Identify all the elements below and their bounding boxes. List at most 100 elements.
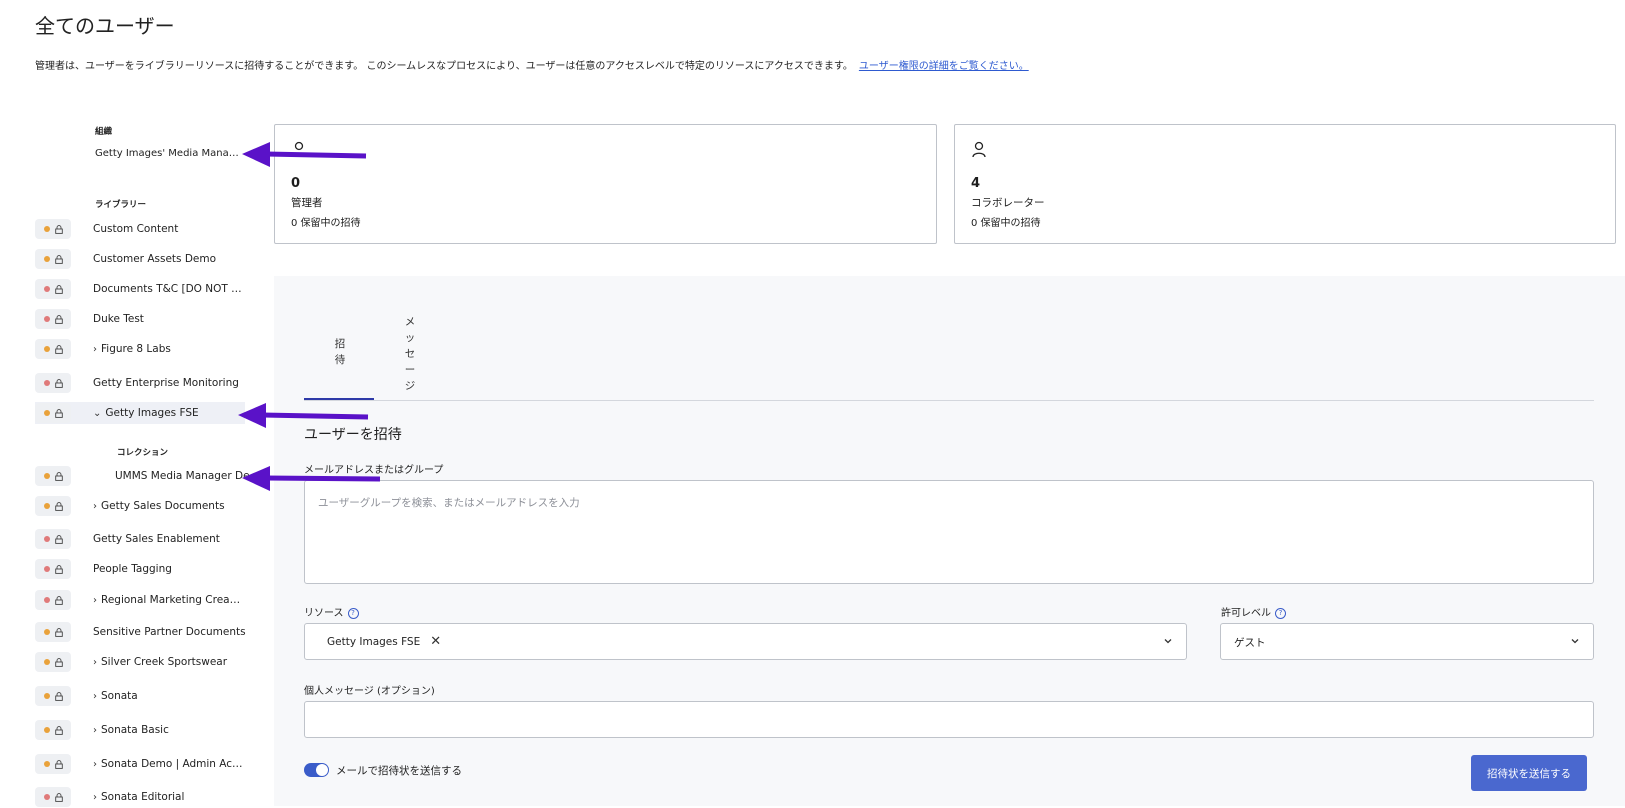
libraries-label: ライブラリー [95, 200, 147, 210]
library-name: Getty Images FSE [105, 407, 199, 419]
admins-card: 0 管理者 0 保留中の招待 [274, 124, 937, 244]
resource-select[interactable]: Getty Images FSE ✕ [304, 623, 1187, 660]
library-name: Customer Assets Demo [93, 253, 217, 265]
status-dot [43, 473, 50, 479]
status-dot [43, 629, 50, 635]
library-name: Regional Marketing Crea… [101, 594, 241, 606]
library-name: Sonata [101, 690, 138, 702]
library-item[interactable]: › Sonata Editorial [35, 786, 245, 808]
library-item[interactable]: Sensitive Partner Documents [35, 621, 246, 643]
lock-icon [54, 314, 63, 324]
lock-icon [54, 224, 63, 234]
collection-item[interactable]: UMMS Media Manager De [35, 465, 250, 487]
remove-chip-icon[interactable]: ✕ [430, 634, 441, 649]
library-item[interactable]: ⌄ Getty Images FSE [35, 402, 245, 424]
intro-text: 管理者は、ユーザーをライブラリーリソースに招待することができます。 このシームレ… [35, 57, 1029, 72]
chevron-right-icon[interactable]: › [93, 501, 97, 512]
library-item[interactable]: Getty Enterprise Monitoring [35, 372, 245, 394]
library-name: Getty Enterprise Monitoring [93, 377, 239, 389]
chevron-right-icon[interactable]: › [93, 725, 97, 736]
library-item[interactable]: › Getty Sales Documents [35, 495, 245, 517]
status-badge [35, 754, 71, 774]
library-item[interactable]: › Sonata Demo | Admin Ac… [35, 753, 245, 775]
library-item[interactable]: › Sonata [35, 685, 245, 707]
admins-pending: 0 保留中の招待 [291, 218, 361, 229]
resource-chip-label: Getty Images FSE [327, 635, 421, 648]
lock-icon [54, 595, 63, 605]
lock-icon [54, 471, 63, 481]
toggle-knob [316, 764, 328, 776]
resource-chip: Getty Images FSE ✕ [327, 634, 441, 649]
chevron-right-icon[interactable]: › [93, 691, 97, 702]
intro-description: 管理者は、ユーザーをライブラリーリソースに招待することができます。 このシームレ… [35, 61, 853, 72]
status-badge [35, 279, 71, 299]
status-badge [35, 403, 71, 423]
permission-help-icon[interactable]: ? [1275, 607, 1286, 619]
library-item[interactable]: › Silver Creek Sportswear [35, 651, 245, 673]
message-field[interactable] [304, 701, 1594, 738]
library-name: Duke Test [93, 313, 144, 325]
lock-icon [54, 627, 63, 637]
status-dot [43, 256, 50, 262]
library-item[interactable]: Duke Test [35, 308, 245, 330]
status-dot [43, 566, 50, 572]
email-invite-toggle-label: メールで招待状を送信する [336, 765, 462, 777]
lock-icon [54, 344, 63, 354]
library-item[interactable]: Getty Sales Enablement [35, 528, 245, 550]
chevron-right-icon[interactable]: › [93, 792, 97, 803]
chevron-down-icon[interactable]: ⌄ [93, 408, 101, 419]
collaborators-count: 4 [971, 176, 981, 191]
permission-value: ゲスト [1234, 637, 1266, 649]
status-dot [43, 503, 50, 509]
admins-count: 0 [291, 176, 301, 191]
library-name: Figure 8 Labs [101, 343, 171, 355]
annotation-arrow-library [238, 403, 369, 428]
library-item[interactable]: Documents T&C [DO NOT … [35, 278, 245, 300]
status-badge [35, 787, 71, 807]
library-name: Documents T&C [DO NOT … [93, 283, 242, 295]
chevron-right-icon[interactable]: › [93, 344, 97, 355]
library-item[interactable]: › Figure 8 Labs [35, 338, 245, 360]
status-dot [43, 410, 50, 416]
lock-icon [54, 378, 63, 388]
chevron-right-icon[interactable]: › [93, 759, 97, 770]
lock-icon [54, 408, 63, 418]
status-dot [43, 286, 50, 292]
lock-icon [54, 759, 63, 769]
status-badge [35, 309, 71, 329]
send-invite-button[interactable]: 招待状を送信する [1471, 755, 1587, 791]
library-item[interactable]: › Sonata Basic [35, 719, 245, 741]
status-badge [35, 466, 71, 486]
tab-invite[interactable]: 招 待 [330, 336, 350, 368]
status-dot [43, 536, 50, 542]
permission-label: 許可レベル? [1221, 604, 1286, 619]
email-invite-toggle[interactable] [304, 763, 329, 777]
chevron-right-icon[interactable]: › [93, 657, 97, 668]
collaborators-card: 4 コラボレーター 0 保留中の招待 [954, 124, 1616, 244]
chevron-down-icon [1164, 639, 1172, 644]
chevron-right-icon[interactable]: › [93, 595, 97, 606]
library-item[interactable]: Custom Content [35, 218, 245, 240]
org-name[interactable]: Getty Images' Media Mana… [95, 148, 239, 159]
annotation-arrow-org [242, 142, 367, 167]
email-field[interactable]: ユーザーグループを検索、またはメールアドレスを入力 [304, 480, 1594, 584]
library-name: UMMS Media Manager De [115, 470, 250, 482]
permission-select[interactable]: ゲスト [1220, 623, 1594, 660]
lock-icon [54, 501, 63, 511]
status-badge [35, 529, 71, 549]
status-dot [43, 597, 50, 603]
status-badge [35, 496, 71, 516]
status-dot [43, 727, 50, 733]
library-name: Getty Sales Enablement [93, 533, 220, 545]
permissions-help-link[interactable]: ユーザー権限の詳細をご覧ください。 [859, 61, 1029, 72]
admins-role: 管理者 [291, 197, 323, 209]
lock-icon [54, 725, 63, 735]
library-item[interactable]: People Tagging [35, 558, 245, 580]
resource-help-icon[interactable]: ? [347, 607, 359, 619]
library-name: Getty Sales Documents [101, 500, 225, 512]
lock-icon [54, 657, 63, 667]
library-item[interactable]: › Regional Marketing Crea… [35, 589, 245, 611]
library-item[interactable]: Customer Assets Demo [35, 248, 245, 270]
lock-icon [54, 254, 63, 264]
tab-message[interactable]: メ ッ セ ー ジ [400, 314, 420, 394]
